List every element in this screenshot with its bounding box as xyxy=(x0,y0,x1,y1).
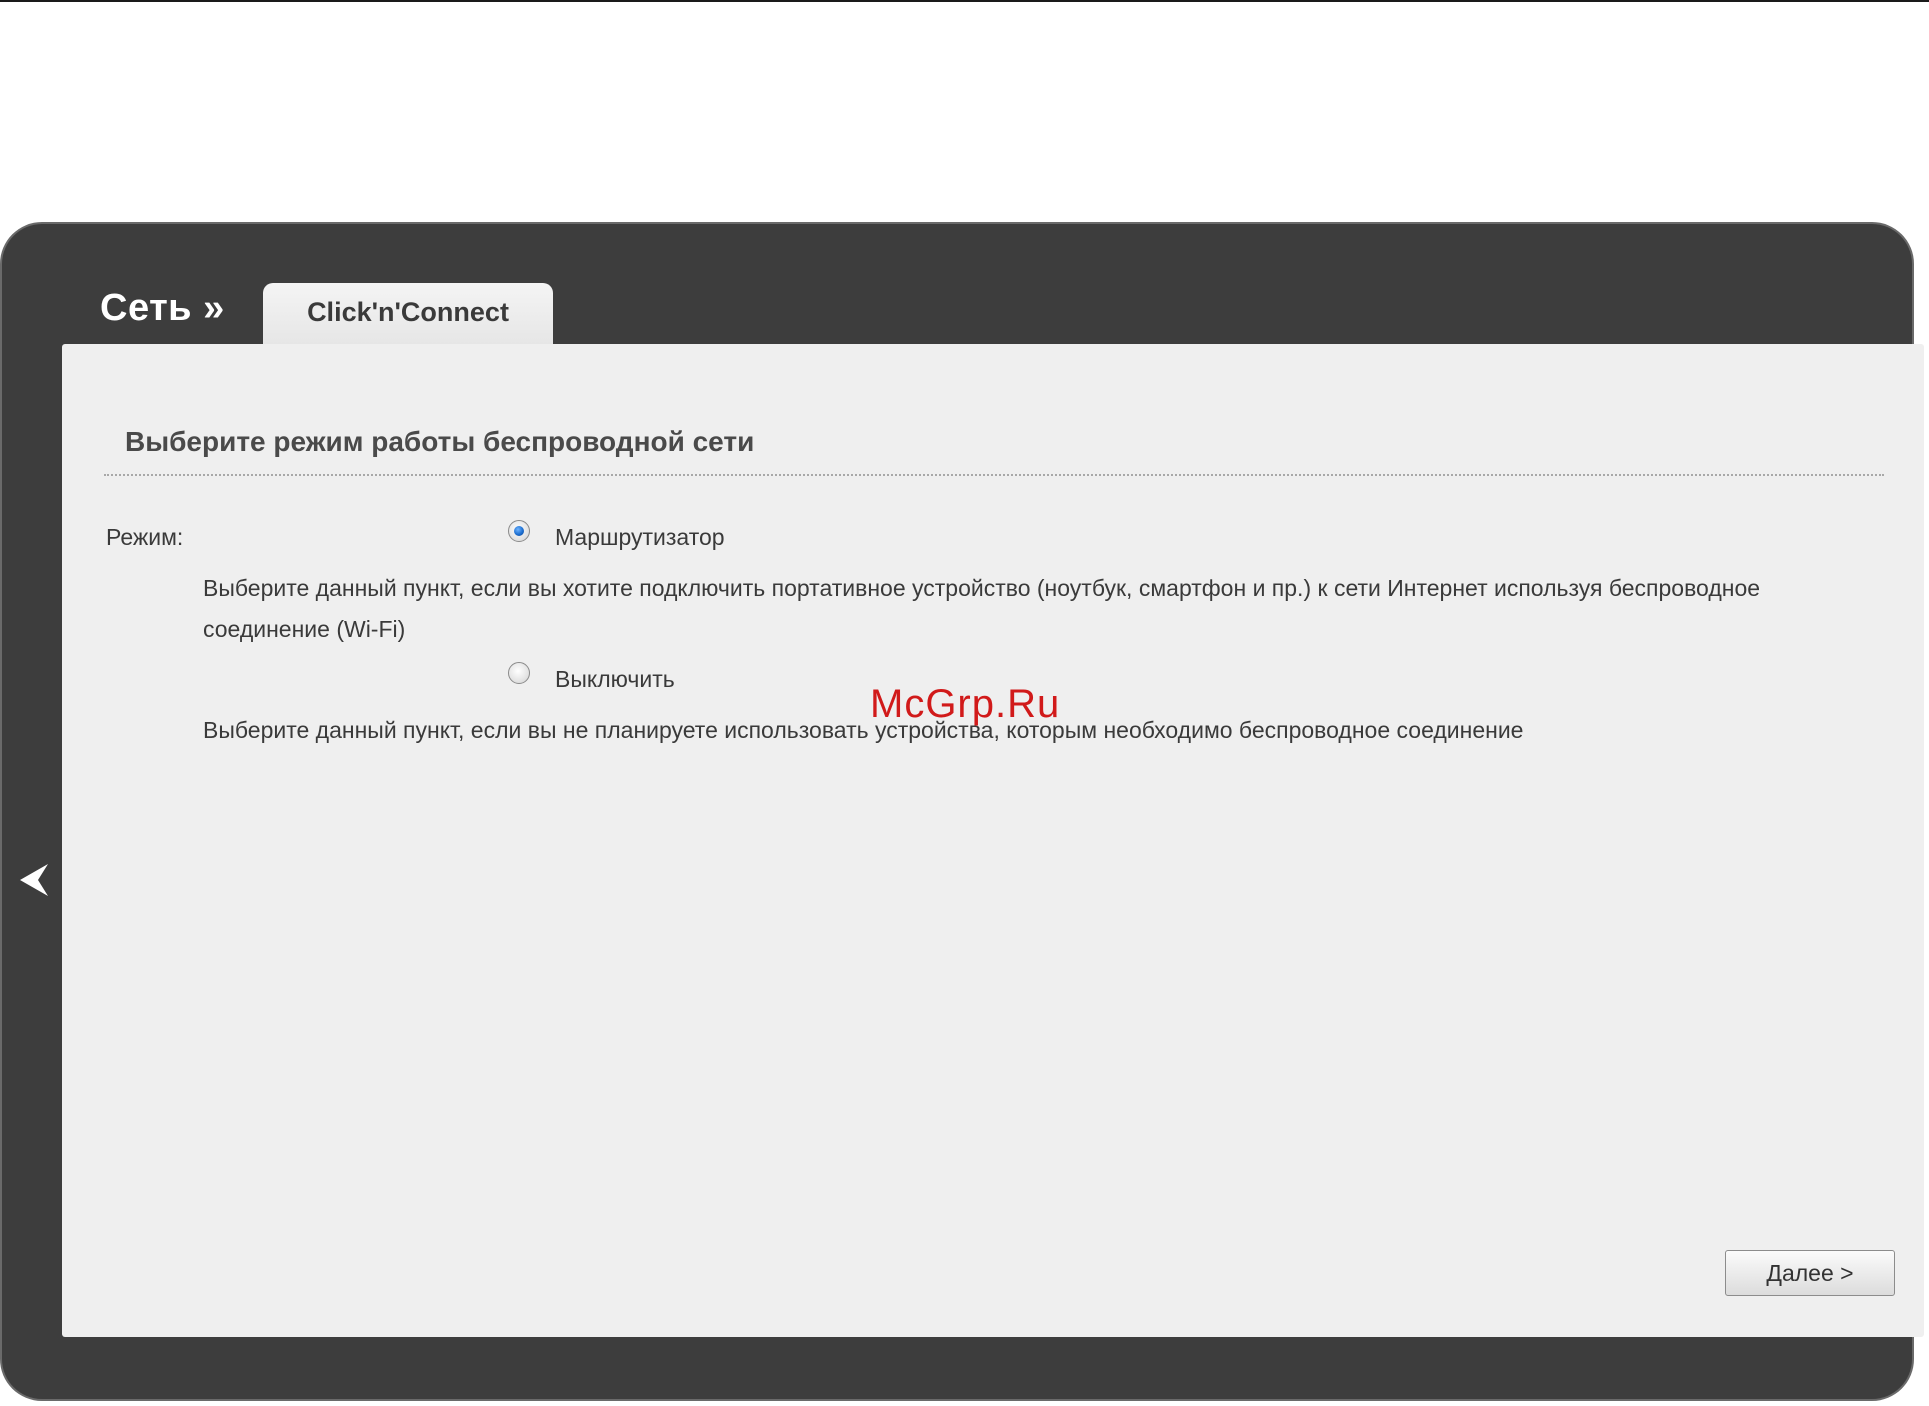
heading-divider xyxy=(104,474,1884,476)
watermark: McGrp.Ru xyxy=(870,682,1061,726)
chevron-left-icon[interactable] xyxy=(18,862,50,898)
off-description: Выберите данный пункт, если вы не планир… xyxy=(203,717,1524,743)
mode-label: Режим: xyxy=(106,524,184,550)
top-divider xyxy=(0,0,1929,2)
radio-router[interactable] xyxy=(508,520,530,542)
next-button[interactable]: Далее > xyxy=(1725,1250,1895,1296)
section-title: Сеть » xyxy=(100,287,225,329)
radio-off[interactable] xyxy=(508,662,530,684)
router-description-line2: соединение (Wi-Fi) xyxy=(203,616,406,642)
content-panel xyxy=(62,344,1924,1337)
radio-off-label[interactable]: Выключить xyxy=(555,666,675,693)
panel-heading: Выберите режим работы беспроводной сети xyxy=(125,426,755,457)
radio-router-label[interactable]: Маршрутизатор xyxy=(555,524,725,551)
tab-click-n-connect[interactable]: Click'n'Connect xyxy=(263,283,553,345)
router-description-line1: Выберите данный пункт, если вы хотите по… xyxy=(203,575,1761,601)
